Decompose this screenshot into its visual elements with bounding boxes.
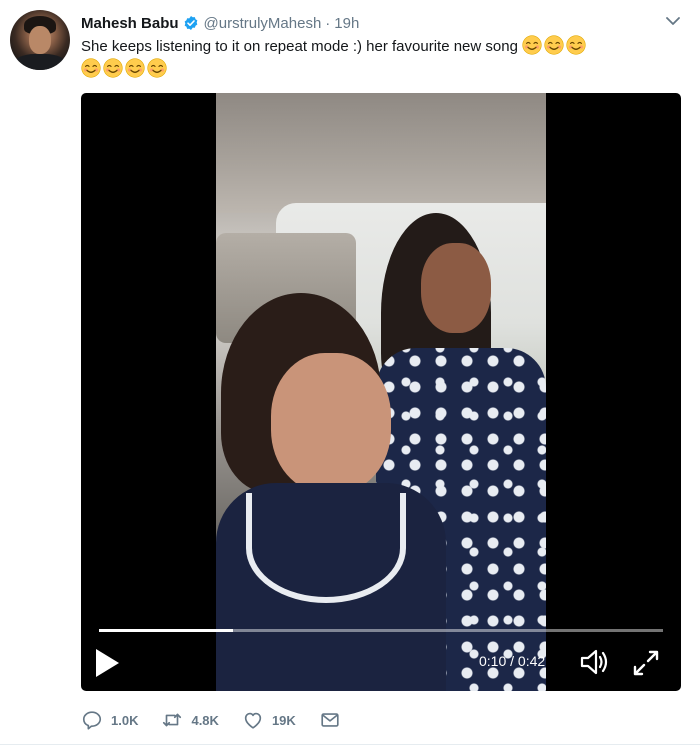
avatar-face bbox=[29, 26, 51, 54]
video-player[interactable]: 0:10 / 0:42 bbox=[81, 93, 681, 691]
emoji-row-1 bbox=[522, 35, 588, 55]
smiling-face-emoji-icon bbox=[81, 58, 101, 78]
like-button[interactable]: 19K bbox=[242, 709, 296, 731]
reply-button[interactable]: 1.0K bbox=[81, 709, 138, 731]
avatar[interactable] bbox=[10, 10, 70, 70]
retweet-icon bbox=[163, 713, 182, 727]
author-handle[interactable]: @urstrulyMahesh bbox=[204, 15, 322, 32]
retweet-button[interactable]: 4.8K bbox=[161, 709, 219, 731]
emoji-row-2 bbox=[81, 58, 169, 78]
chevron-down-icon[interactable] bbox=[666, 16, 680, 26]
woman-face bbox=[421, 243, 491, 333]
tweet-actions: 1.0K 4.8K 19K bbox=[81, 708, 364, 732]
girl-face bbox=[271, 353, 391, 493]
video-timecode: 0:10 / 0:42 bbox=[479, 653, 546, 669]
reply-icon bbox=[82, 711, 102, 730]
video-progress-fill bbox=[99, 629, 234, 632]
girl-collar bbox=[246, 493, 406, 603]
smiling-face-emoji-icon bbox=[125, 58, 145, 78]
smiling-face-emoji-icon bbox=[522, 35, 542, 55]
video-progress-bar[interactable] bbox=[99, 629, 663, 632]
header-separator: · bbox=[325, 14, 331, 32]
heart-icon bbox=[244, 712, 262, 729]
verified-badge-icon bbox=[184, 16, 197, 30]
smiling-face-emoji-icon bbox=[566, 35, 586, 55]
like-count: 19K bbox=[271, 712, 296, 728]
tweet-card[interactable]: Mahesh Babu @urstrulyMahesh · 19h She ke… bbox=[0, 0, 700, 745]
tweet-text: She keeps listening to it on repeat mode… bbox=[81, 35, 681, 58]
tweet-text-body: She keeps listening to it on repeat mode… bbox=[81, 38, 518, 55]
fullscreen-icon[interactable] bbox=[631, 648, 661, 678]
tweet-header: Mahesh Babu @urstrulyMahesh · 19h bbox=[81, 13, 359, 33]
envelope-icon bbox=[321, 713, 339, 727]
avatar-shirt bbox=[14, 54, 66, 70]
reply-count: 1.0K bbox=[111, 712, 139, 728]
direct-message-button[interactable] bbox=[319, 709, 341, 731]
tweet-timestamp[interactable]: 19h bbox=[334, 15, 359, 32]
smiling-face-emoji-icon bbox=[147, 58, 167, 78]
retweet-count: 4.8K bbox=[191, 712, 219, 728]
video-frame[interactable] bbox=[216, 93, 546, 691]
car-roof bbox=[216, 93, 546, 213]
volume-icon[interactable] bbox=[579, 648, 609, 676]
play-icon[interactable] bbox=[93, 647, 121, 679]
smiling-face-emoji-icon bbox=[544, 35, 564, 55]
smiling-face-emoji-icon bbox=[103, 58, 123, 78]
author-name[interactable]: Mahesh Babu bbox=[81, 15, 179, 32]
